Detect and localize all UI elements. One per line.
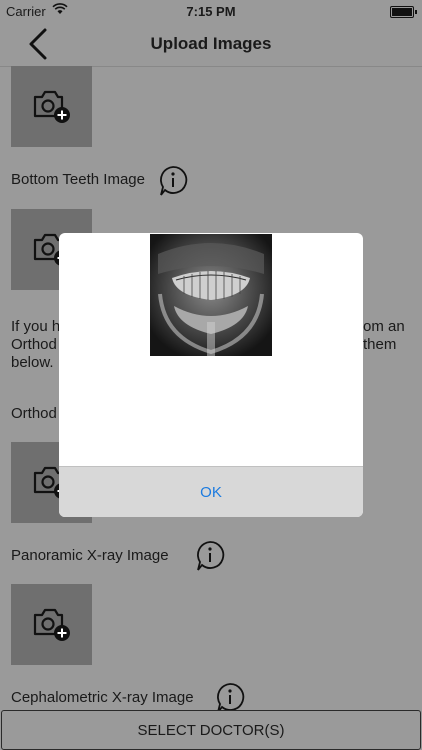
- xray-preview-image: [150, 234, 272, 356]
- page-title: Upload Images: [150, 34, 272, 53]
- battery-icon: [390, 6, 417, 18]
- cephalometric-label: Cephalometric X-ray Image: [11, 689, 194, 706]
- bottom-teeth-info-icon[interactable]: [158, 165, 188, 196]
- select-doctor-button[interactable]: SELECT DOCTOR(S): [1, 710, 421, 750]
- add-cephalometric-photo-button[interactable]: [11, 584, 92, 665]
- orthodontic-label: Orthod: [11, 405, 57, 422]
- nav-bar: Upload Images: [0, 22, 422, 67]
- panoramic-label: Panoramic X-ray Image: [11, 547, 169, 564]
- add-top-teeth-photo-button[interactable]: [11, 66, 92, 147]
- alert-footer: OK: [59, 466, 363, 517]
- ok-button[interactable]: OK: [200, 484, 222, 501]
- cephalometric-info-icon[interactable]: [215, 682, 245, 710]
- add-photo-icon: [33, 608, 70, 641]
- panoramic-info-icon[interactable]: [195, 540, 225, 571]
- select-doctor-label: SELECT DOCTOR(S): [137, 721, 285, 739]
- clock: 7:15 PM: [186, 4, 236, 19]
- panoramic-xray-illustration: [150, 234, 272, 356]
- bottom-teeth-label: Bottom Teeth Image: [11, 171, 145, 188]
- orthodontic-note-line1-end: om an: [363, 318, 405, 335]
- add-photo-icon: [33, 90, 70, 123]
- status-bar: Carrier 7:15 PM: [0, 0, 422, 22]
- image-preview-alert: OK: [59, 233, 363, 517]
- orthodontic-note-line2-end: them: [363, 336, 397, 353]
